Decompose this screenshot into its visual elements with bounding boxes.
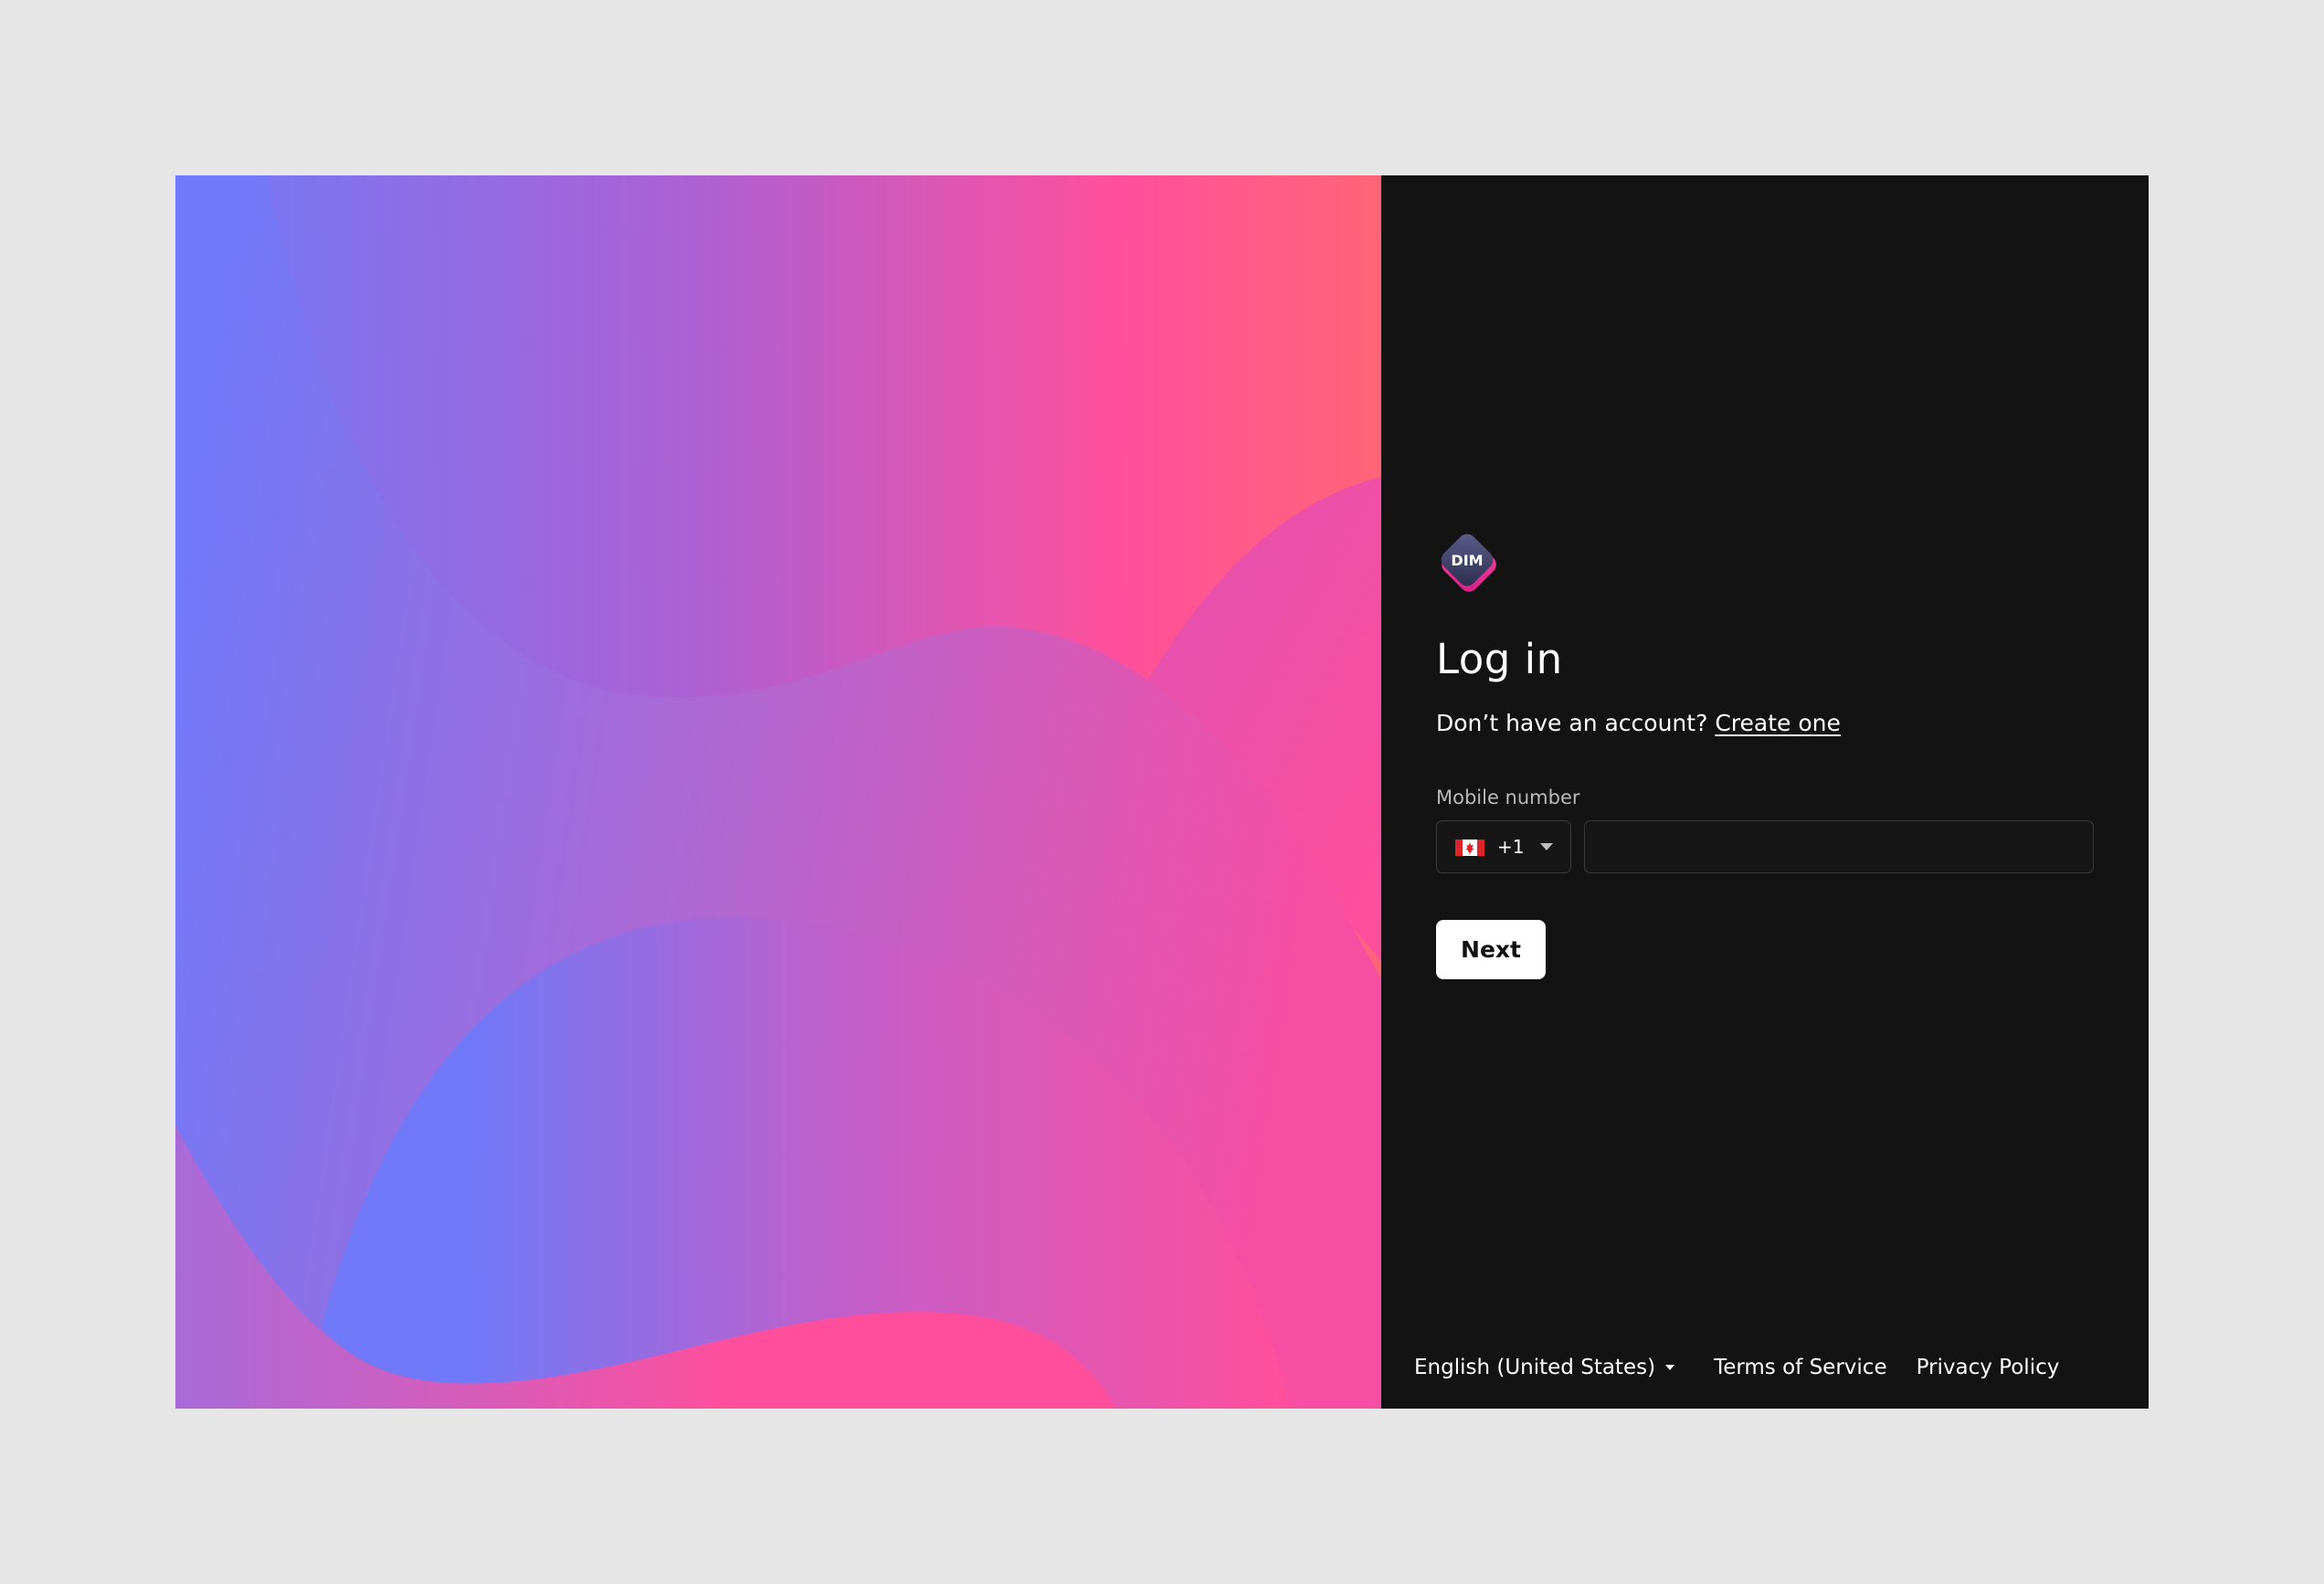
- login-panel: DIM Log in Don’t have an account? Create…: [1381, 175, 2149, 1409]
- dial-code: +1: [1497, 836, 1525, 858]
- language-select[interactable]: English (United States): [1414, 1356, 1675, 1379]
- create-account-link[interactable]: Create one: [1715, 710, 1841, 736]
- login-page: DIM Log in Don’t have an account? Create…: [175, 175, 2149, 1409]
- chevron-down-icon: [1664, 1364, 1675, 1371]
- mobile-number-input[interactable]: [1584, 820, 2094, 873]
- country-code-select[interactable]: +1: [1436, 820, 1571, 873]
- language-label: English (United States): [1414, 1356, 1656, 1379]
- privacy-policy-link[interactable]: Privacy Policy: [1917, 1356, 2060, 1379]
- next-button[interactable]: Next: [1436, 920, 1546, 979]
- svg-text:DIM: DIM: [1451, 552, 1483, 569]
- terms-of-service-link[interactable]: Terms of Service: [1714, 1356, 1887, 1379]
- decorative-gradient-art: [175, 175, 1381, 1409]
- footer: English (United States) Terms of Service…: [1414, 1352, 2059, 1383]
- page-title: Log in: [1436, 635, 1563, 683]
- no-account-text: Don’t have an account?: [1436, 710, 1708, 736]
- chevron-down-icon: [1539, 841, 1554, 852]
- gradient-waves-image: [175, 175, 1381, 1409]
- canada-flag-icon: [1455, 840, 1484, 856]
- create-account-prompt: Don’t have an account? Create one: [1436, 708, 1841, 739]
- mobile-number-label: Mobile number: [1436, 787, 1580, 808]
- dim-logo-icon: DIM: [1434, 528, 1504, 597]
